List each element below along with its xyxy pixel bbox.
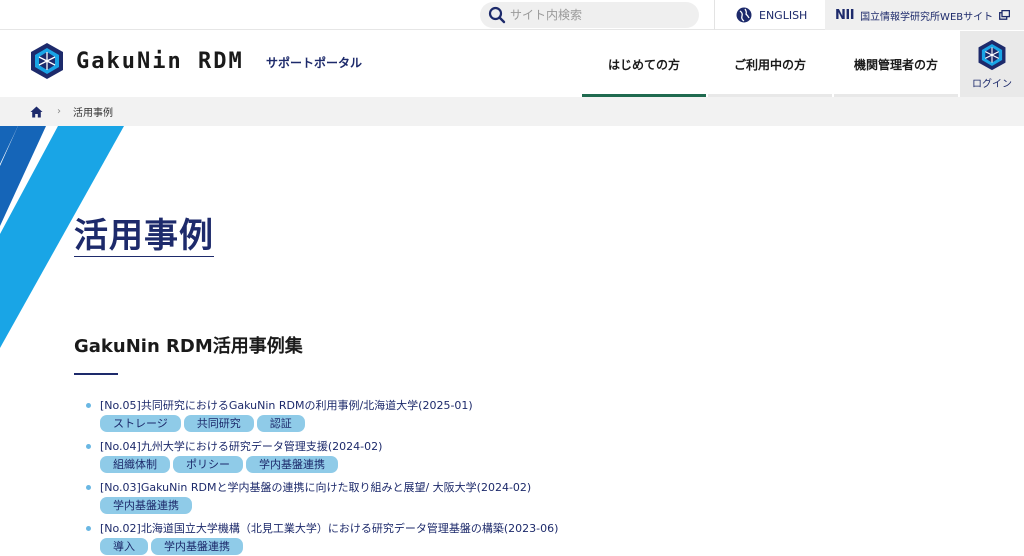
tag-group: 学内基盤連携 <box>100 497 986 514</box>
nii-label: 国立情報学研究所WEBサイト <box>860 11 994 23</box>
case-link-no02[interactable]: [No.02]北海道国立大学機構（北見工業大学）における研究データ管理基盤の構築… <box>100 521 986 537</box>
login-button[interactable]: ログイン <box>960 31 1024 97</box>
nav-current-users[interactable]: ご利用中の方 <box>708 31 832 97</box>
case-link-no05[interactable]: [No.05]共同研究におけるGakuNin RDMの利用事例/北海道大学(20… <box>100 398 986 414</box>
nav-label: ご利用中の方 <box>733 57 806 72</box>
nii-logo: NII <box>835 7 855 23</box>
tag-chip[interactable]: 共同研究 <box>183 415 254 432</box>
tag-chip[interactable]: ストレージ <box>100 415 181 432</box>
gakunin-logo-icon <box>31 43 63 79</box>
globe-icon <box>736 7 752 23</box>
portal-label: サポートポータル <box>266 56 363 70</box>
case-link-no03[interactable]: [No.03]GakuNin RDMと学内基盤の連携に向けた取り組みと展望/ 大… <box>100 480 986 496</box>
list-item: [No.04]九州大学における研究データ管理支援(2024-02) 組織体制 ポ… <box>86 439 986 473</box>
section-title: GakuNin RDM活用事例集 <box>74 336 303 357</box>
english-label: ENGLISH <box>759 8 808 22</box>
nav-getting-started[interactable]: はじめての方 <box>582 31 706 97</box>
search-icon[interactable] <box>488 6 506 24</box>
tag-chip[interactable]: 学内基盤連携 <box>246 456 338 473</box>
brand-logo-link[interactable]: GakuNin RDM <box>28 42 244 80</box>
breadcrumb: › 活用事例 <box>0 97 1024 126</box>
tag-chip[interactable]: 認証 <box>256 415 305 432</box>
nav-label: はじめての方 <box>607 57 680 72</box>
page-title: 活用事例 <box>74 216 214 256</box>
nav-institution-admins[interactable]: 機関管理者の方 <box>834 31 958 97</box>
login-label: ログイン <box>972 78 1012 90</box>
divider <box>714 0 715 30</box>
external-link-icon <box>999 10 1011 20</box>
tag-group: ストレージ 共同研究 認証 <box>100 415 986 432</box>
breadcrumb-current: 活用事例 <box>73 108 113 119</box>
nav-label: 機関管理者の方 <box>853 57 938 72</box>
section-underline <box>74 373 118 375</box>
tag-group: 組織体制 ポリシー 学内基盤連携 <box>100 456 986 473</box>
tag-chip[interactable]: ポリシー <box>173 456 243 473</box>
tag-chip[interactable]: 学内基盤連携 <box>151 538 243 555</box>
list-item: [No.03]GakuNin RDMと学内基盤の連携に向けた取り組みと展望/ 大… <box>86 480 986 514</box>
main-content: 活用事例 GakuNin RDM活用事例集 [No.05]共同研究におけるGak… <box>0 126 1024 556</box>
tag-chip[interactable]: 学内基盤連携 <box>100 497 192 514</box>
gakunin-logo-icon <box>978 39 1006 70</box>
english-link[interactable]: ENGLISH <box>736 0 807 30</box>
search-input[interactable] <box>510 8 680 22</box>
tag-chip[interactable]: 導入 <box>100 538 148 555</box>
list-item: [No.02]北海道国立大学機構（北見工業大学）における研究データ管理基盤の構築… <box>86 521 986 555</box>
tag-chip[interactable]: 組織体制 <box>100 456 170 473</box>
brand-name: GakuNin RDM <box>76 48 244 74</box>
title-underline <box>74 256 214 257</box>
case-list: [No.05]共同研究におけるGakuNin RDMの利用事例/北海道大学(20… <box>86 398 986 556</box>
utility-bar: ENGLISH NII 国立情報学研究所WEBサイト <box>0 0 1024 30</box>
case-link-no04[interactable]: [No.04]九州大学における研究データ管理支援(2024-02) <box>100 439 986 455</box>
nii-website-link[interactable]: NII 国立情報学研究所WEBサイト <box>825 0 1024 30</box>
site-search[interactable] <box>480 2 699 28</box>
tag-group: 導入 学内基盤連携 <box>100 538 986 555</box>
home-icon[interactable] <box>30 106 43 118</box>
chevron-right-icon: › <box>57 106 61 117</box>
list-item: [No.05]共同研究におけるGakuNin RDMの利用事例/北海道大学(20… <box>86 398 986 432</box>
site-header: GakuNin RDM サポートポータル はじめての方 ご利用中の方 機関管理者… <box>0 31 1024 97</box>
